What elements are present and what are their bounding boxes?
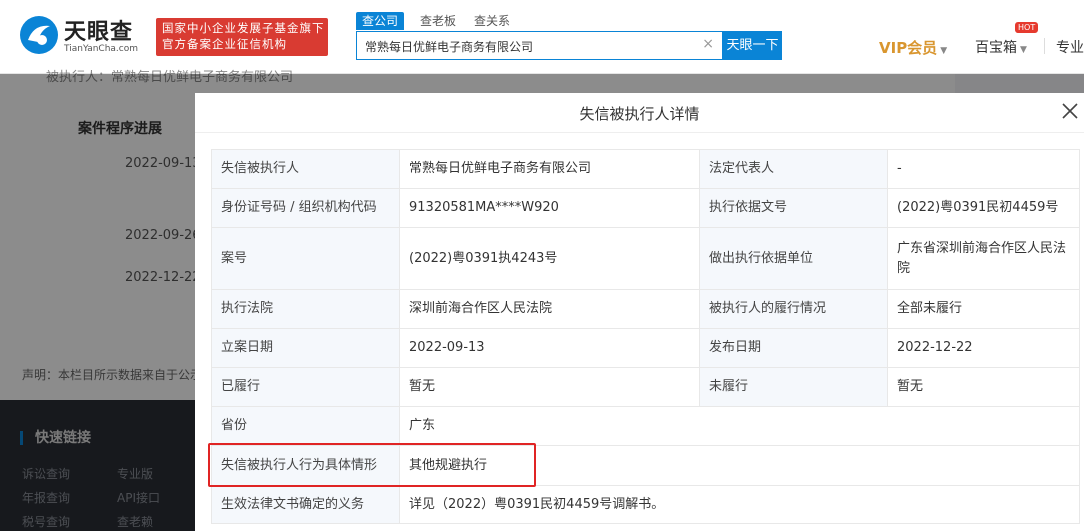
table-row: 已履行 暂无 未履行 暂无 [211,367,1080,407]
table-row: 省份 广东 [211,406,1080,446]
field-value: 广东省深圳前海合作区人民法院 [887,227,1080,290]
field-label: 生效法律文书确定的义务 [211,485,400,524]
field-label: 法定代表人 [699,149,888,189]
field-label: 身份证号码 / 组织机构代码 [211,188,400,228]
field-label: 失信被执行人行为具体情形 [211,445,400,486]
official-badge[interactable]: 国家中小企业发展子基金旗下 官方备案企业征信机构 [156,18,328,56]
modal-title: 失信被执行人详情 [579,105,700,123]
field-value: 2022-12-22 [887,328,1080,368]
field-value: - [887,149,1080,189]
clear-icon[interactable]: × [702,36,714,52]
field-value: 其他规避执行 [399,445,1080,486]
tab-relation[interactable]: 查关系 [468,12,516,30]
field-value: (2022)粤0391执4243号 [399,227,700,290]
field-label: 做出执行依据单位 [699,227,888,290]
search-button[interactable]: 天眼一下 [723,31,782,60]
table-row: 失信被执行人行为具体情形 其他规避执行 [211,445,1080,486]
field-label: 案号 [211,227,400,290]
logo-emblem-icon [20,16,58,54]
hot-badge: HOT [1015,22,1039,33]
logo-domain: TianYanCha.com [64,44,139,54]
top-header: 天眼查 TianYanCha.com 国家中小企业发展子基金旗下 官方备案企业征… [0,0,1084,74]
vip-label: VIP会员 [879,39,938,57]
logo-text: 天眼查 [64,20,134,45]
badge-line-1: 国家中小企业发展子基金旗下 [162,21,325,35]
field-value: 详见（2022）粤0391民初4459号调解书。 [399,485,1080,524]
search-input[interactable]: 常熟每日优鲜电子商务有限公司 × [356,31,723,60]
vip-menu[interactable]: VIP会员 ▼ [879,37,947,58]
table-row: 立案日期 2022-09-13 发布日期 2022-12-22 [211,328,1080,368]
field-label: 被执行人的履行情况 [699,289,888,329]
field-value: 全部未履行 [887,289,1080,329]
search-value: 常熟每日优鲜电子商务有限公司 [365,40,534,54]
table-row: 失信被执行人 常熟每日优鲜电子商务有限公司 法定代表人 - [211,149,1080,189]
header-divider [1044,38,1045,54]
field-label: 立案日期 [211,328,400,368]
field-label: 已履行 [211,367,400,407]
pro-link[interactable]: 专业 [1056,37,1084,57]
tab-company[interactable]: 查公司 [356,12,405,30]
field-label: 执行依据文号 [699,188,888,228]
close-icon[interactable] [1061,102,1079,120]
toolbox-label: 百宝箱 [975,40,1017,56]
detail-table: 失信被执行人 常熟每日优鲜电子商务有限公司 法定代表人 - 身份证号码 / 组织… [211,149,1080,524]
table-row: 身份证号码 / 组织机构代码 91320581MA****W920 执行依据文号… [211,188,1080,228]
field-label: 省份 [211,406,400,446]
toolbox-menu[interactable]: 百宝箱 ▼ [975,37,1027,57]
table-row: 案号 (2022)粤0391执4243号 做出执行依据单位 广东省深圳前海合作区… [211,227,1080,290]
badge-line-2: 官方备案企业征信机构 [162,37,287,51]
tianyancha-logo[interactable]: 天眼查 TianYanCha.com [20,14,150,58]
chevron-down-icon: ▼ [940,46,948,56]
dishonest-detail-modal: 失信被执行人详情 失信被执行人 常熟每日优鲜电子商务有限公司 法定代表人 - 身… [195,93,1084,531]
table-row: 生效法律文书确定的义务 详见（2022）粤0391民初4459号调解书。 [211,485,1080,524]
field-value: 2022-09-13 [399,328,700,368]
modal-header: 失信被执行人详情 [195,93,1084,133]
field-value: 常熟每日优鲜电子商务有限公司 [399,149,700,189]
field-label: 失信被执行人 [211,149,400,189]
field-value: (2022)粤0391民初4459号 [887,188,1080,228]
field-value: 暂无 [887,367,1080,407]
field-value: 广东 [399,406,1080,446]
field-label: 发布日期 [699,328,888,368]
chevron-down-icon: ▼ [1020,45,1027,55]
field-value: 暂无 [399,367,700,407]
field-value: 深圳前海合作区人民法院 [399,289,700,329]
field-label: 执行法院 [211,289,400,329]
field-value: 91320581MA****W920 [399,188,700,228]
table-row: 执行法院 深圳前海合作区人民法院 被执行人的履行情况 全部未履行 [211,289,1080,329]
tab-boss[interactable]: 查老板 [414,12,462,30]
field-label: 未履行 [699,367,888,407]
